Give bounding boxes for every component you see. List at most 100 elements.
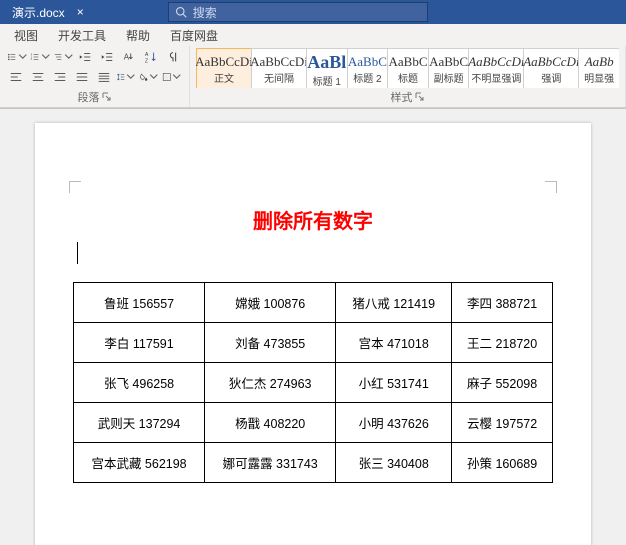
style-name: 明显强 bbox=[584, 70, 614, 85]
style-preview: AaBbC bbox=[388, 55, 427, 68]
numbering-button[interactable]: 123 bbox=[29, 48, 51, 66]
margin-mark-top-left bbox=[69, 181, 81, 193]
title-close[interactable]: × bbox=[73, 5, 88, 19]
show-marks-button[interactable] bbox=[162, 48, 183, 66]
style-name: 强调 bbox=[541, 70, 561, 85]
group-paragraph: 123 A AZ 段落 bbox=[0, 46, 190, 107]
document-scroll-area[interactable]: 删除所有数字 鲁班 156557嫦娥 100876猪八戒 121419李四 38… bbox=[0, 108, 626, 545]
dialog-launcher-icon[interactable] bbox=[415, 92, 425, 102]
style-副标题[interactable]: AaBbC 副标题 bbox=[428, 48, 470, 88]
ribbon-tabs: 视图 开发工具 帮助 百度网盘 bbox=[0, 24, 626, 46]
table-cell[interactable]: 狄仁杰 274963 bbox=[205, 363, 336, 403]
style-preview: AaBbCcDi bbox=[250, 55, 308, 68]
multilevel-list-button[interactable] bbox=[52, 48, 74, 66]
text-cursor bbox=[77, 242, 78, 264]
align-right-button[interactable] bbox=[50, 68, 71, 86]
style-preview: AaBbC bbox=[429, 55, 468, 68]
align-distributed-button[interactable] bbox=[93, 68, 114, 86]
table-cell[interactable]: 王二 218720 bbox=[452, 323, 553, 363]
margin-mark-top-right bbox=[545, 181, 557, 193]
style-强调[interactable]: AaBbCcDi 强调 bbox=[523, 48, 579, 88]
svg-text:A: A bbox=[124, 53, 130, 62]
sort-button[interactable]: AZ bbox=[140, 48, 161, 66]
table-cell[interactable]: 宫本武藏 562198 bbox=[74, 443, 205, 483]
svg-text:A: A bbox=[145, 52, 149, 58]
tab-help[interactable]: 帮助 bbox=[116, 27, 160, 44]
tab-view[interactable]: 视图 bbox=[4, 27, 48, 44]
style-不明显强调[interactable]: AaBbCcDi 不明显强调 bbox=[468, 48, 524, 88]
style-preview: AaBl bbox=[307, 53, 346, 71]
align-center-button[interactable] bbox=[28, 68, 49, 86]
style-name: 不明显强调 bbox=[471, 70, 521, 85]
chevron-down-icon bbox=[18, 50, 28, 64]
decrease-indent-button[interactable] bbox=[75, 48, 96, 66]
group-styles-label: 样式 bbox=[196, 88, 619, 107]
group-styles: AaBbCcDi正文AaBbCcDi无间隔AaBl标题 1AaBbC标题 2Aa… bbox=[190, 46, 626, 107]
table-cell[interactable]: 宫本 471018 bbox=[336, 323, 452, 363]
table-row[interactable]: 武则天 137294杨戬 408220小明 437626云樱 197572 bbox=[74, 403, 553, 443]
style-标题2[interactable]: AaBbC 标题 2 bbox=[347, 48, 389, 88]
data-table[interactable]: 鲁班 156557嫦娥 100876猪八戒 121419李四 388721李白 … bbox=[73, 282, 553, 483]
style-preview: AaBbCcDi bbox=[468, 55, 524, 68]
style-name: 无间隔 bbox=[264, 70, 294, 85]
style-preview: AaBbCcDi bbox=[196, 55, 253, 68]
style-preview: AaBbC bbox=[348, 55, 387, 68]
chevron-down-icon bbox=[172, 70, 182, 84]
table-cell[interactable]: 鲁班 156557 bbox=[74, 283, 205, 323]
chevron-down-icon bbox=[64, 50, 74, 64]
style-正文[interactable]: AaBbCcDi 正文 bbox=[196, 48, 252, 88]
table-cell[interactable]: 杨戬 408220 bbox=[205, 403, 336, 443]
table-cell[interactable]: 武则天 137294 bbox=[74, 403, 205, 443]
table-cell[interactable]: 猪八戒 121419 bbox=[336, 283, 452, 323]
table-row[interactable]: 宫本武藏 562198娜可露露 331743张三 340408孙策 160689 bbox=[74, 443, 553, 483]
table-cell[interactable]: 嫦娥 100876 bbox=[205, 283, 336, 323]
table-cell[interactable]: 娜可露露 331743 bbox=[205, 443, 336, 483]
align-left-button[interactable] bbox=[6, 68, 27, 86]
style-name: 标题 1 bbox=[313, 73, 341, 88]
tab-dev-tools[interactable]: 开发工具 bbox=[48, 27, 116, 44]
borders-button[interactable] bbox=[161, 68, 183, 86]
titlebar: 演示.docx × 搜索 bbox=[0, 0, 626, 24]
styles-gallery[interactable]: AaBbCcDi正文AaBbCcDi无间隔AaBl标题 1AaBbC标题 2Aa… bbox=[196, 48, 619, 88]
style-无间隔[interactable]: AaBbCcDi 无间隔 bbox=[251, 48, 307, 88]
table-cell[interactable]: 小红 531741 bbox=[336, 363, 452, 403]
dialog-launcher-icon[interactable] bbox=[102, 92, 112, 102]
search-placeholder: 搜索 bbox=[193, 4, 217, 21]
table-cell[interactable]: 张三 340408 bbox=[336, 443, 452, 483]
table-cell[interactable]: 孙策 160689 bbox=[452, 443, 553, 483]
style-preview: AaBbCcDi bbox=[523, 55, 579, 68]
table-cell[interactable]: 李白 117591 bbox=[74, 323, 205, 363]
shading-button[interactable] bbox=[138, 68, 160, 86]
style-name: 正文 bbox=[214, 70, 234, 85]
chevron-down-icon bbox=[126, 70, 136, 84]
increase-indent-button[interactable] bbox=[97, 48, 118, 66]
table-cell[interactable]: 刘备 473855 bbox=[205, 323, 336, 363]
table-cell[interactable]: 张飞 496258 bbox=[74, 363, 205, 403]
table-row[interactable]: 鲁班 156557嫦娥 100876猪八戒 121419李四 388721 bbox=[74, 283, 553, 323]
align-justify-button[interactable] bbox=[71, 68, 92, 86]
search-box[interactable]: 搜索 bbox=[168, 2, 428, 22]
table-cell[interactable]: 麻子 552098 bbox=[452, 363, 553, 403]
table-cell[interactable]: 李四 388721 bbox=[452, 283, 553, 323]
group-paragraph-label: 段落 bbox=[6, 88, 183, 107]
bullets-button[interactable] bbox=[6, 48, 28, 66]
line-spacing-button[interactable] bbox=[115, 68, 137, 86]
table-row[interactable]: 张飞 496258狄仁杰 274963小红 531741麻子 552098 bbox=[74, 363, 553, 403]
text-direction-button[interactable]: A bbox=[119, 48, 140, 66]
style-明显强[interactable]: AaBb明显强 bbox=[578, 48, 619, 88]
document-heading[interactable]: 删除所有数字 bbox=[73, 205, 553, 234]
search-icon bbox=[175, 6, 187, 18]
style-标题1[interactable]: AaBl 标题 1 bbox=[306, 48, 348, 88]
style-name: 标题 2 bbox=[353, 70, 381, 85]
ribbon: 123 A AZ 段落 A bbox=[0, 46, 626, 108]
style-name: 标题 bbox=[398, 70, 418, 85]
style-标题[interactable]: AaBbC 标题 bbox=[387, 48, 429, 88]
tab-baidu-netdisk[interactable]: 百度网盘 bbox=[160, 27, 228, 44]
style-name: 副标题 bbox=[434, 70, 464, 85]
chevron-down-icon bbox=[41, 50, 51, 64]
table-cell[interactable]: 小明 437626 bbox=[336, 403, 452, 443]
table-cell[interactable]: 云樱 197572 bbox=[452, 403, 553, 443]
svg-text:Z: Z bbox=[145, 58, 149, 64]
table-row[interactable]: 李白 117591刘备 473855宫本 471018王二 218720 bbox=[74, 323, 553, 363]
page[interactable]: 删除所有数字 鲁班 156557嫦娥 100876猪八戒 121419李四 38… bbox=[35, 123, 591, 545]
